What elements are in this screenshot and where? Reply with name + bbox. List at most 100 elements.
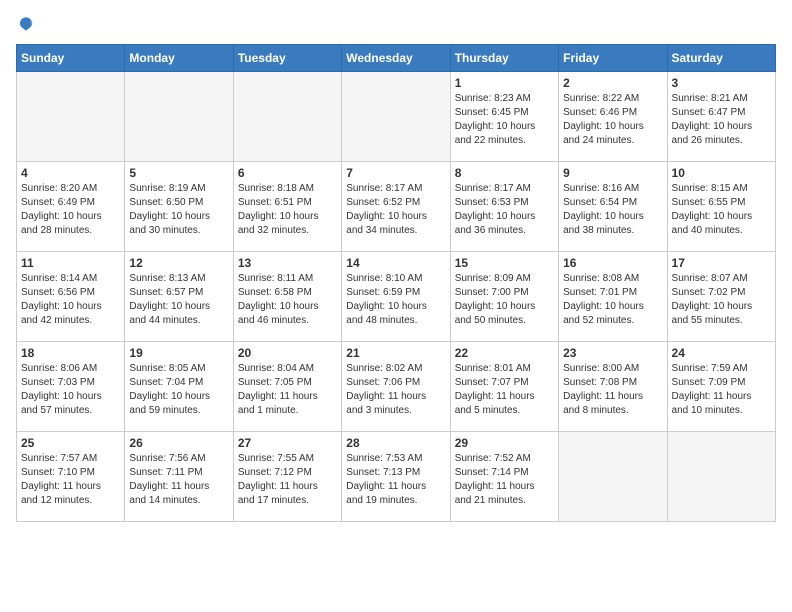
- day-number: 28: [346, 436, 445, 450]
- calendar-cell: 2 Sunrise: 8:22 AM Sunset: 6:46 PM Daylig…: [559, 72, 667, 162]
- weekday-header-tuesday: Tuesday: [233, 45, 341, 72]
- day-number: 2: [563, 76, 662, 90]
- day-number: 12: [129, 256, 228, 270]
- day-number: 9: [563, 166, 662, 180]
- day-number: 14: [346, 256, 445, 270]
- calendar-cell: [559, 432, 667, 522]
- day-number: 13: [238, 256, 337, 270]
- day-number: 19: [129, 346, 228, 360]
- calendar-week-row: 4 Sunrise: 8:20 AM Sunset: 6:49 PM Daylig…: [17, 162, 776, 252]
- day-info: Sunrise: 8:20 AM Sunset: 6:49 PM Dayligh…: [21, 182, 120, 238]
- calendar-cell: 18 Sunrise: 8:06 AM Sunset: 7:03 PM Dayli…: [17, 342, 125, 432]
- day-number: 6: [238, 166, 337, 180]
- day-info: Sunrise: 8:18 AM Sunset: 6:51 PM Dayligh…: [238, 182, 337, 238]
- calendar-cell: 15 Sunrise: 8:09 AM Sunset: 7:00 PM Dayli…: [450, 252, 558, 342]
- day-info: Sunrise: 8:01 AM Sunset: 7:07 PM Dayligh…: [455, 362, 554, 418]
- weekday-header-sunday: Sunday: [17, 45, 125, 72]
- day-info: Sunrise: 7:57 AM Sunset: 7:10 PM Dayligh…: [21, 452, 120, 508]
- day-number: 4: [21, 166, 120, 180]
- day-info: Sunrise: 8:14 AM Sunset: 6:56 PM Dayligh…: [21, 272, 120, 328]
- day-info: Sunrise: 7:55 AM Sunset: 7:12 PM Dayligh…: [238, 452, 337, 508]
- calendar-cell: 10Sunrise: 8:15 AM Sunset: 6:55 PM Dayli…: [667, 162, 775, 252]
- day-number: 3: [672, 76, 771, 90]
- day-number: 24: [672, 346, 771, 360]
- calendar-cell: 25 Sunrise: 7:57 AM Sunset: 7:10 PM Dayli…: [17, 432, 125, 522]
- day-info: Sunrise: 8:09 AM Sunset: 7:00 PM Dayligh…: [455, 272, 554, 328]
- calendar-cell: 22 Sunrise: 8:01 AM Sunset: 7:07 PM Dayli…: [450, 342, 558, 432]
- day-info: Sunrise: 7:53 AM Sunset: 7:13 PM Dayligh…: [346, 452, 445, 508]
- day-number: 18: [21, 346, 120, 360]
- calendar-cell: 28 Sunrise: 7:53 AM Sunset: 7:13 PM Dayli…: [342, 432, 450, 522]
- day-info: Sunrise: 7:56 AM Sunset: 7:11 PM Dayligh…: [129, 452, 228, 508]
- day-number: 29: [455, 436, 554, 450]
- calendar-cell: 17Sunrise: 8:07 AM Sunset: 7:02 PM Dayli…: [667, 252, 775, 342]
- day-info: Sunrise: 8:15 AM Sunset: 6:55 PM Dayligh…: [672, 182, 771, 238]
- day-info: Sunrise: 8:06 AM Sunset: 7:03 PM Dayligh…: [21, 362, 120, 418]
- calendar-cell: 4 Sunrise: 8:20 AM Sunset: 6:49 PM Daylig…: [17, 162, 125, 252]
- calendar-cell: 29 Sunrise: 7:52 AM Sunset: 7:14 PM Dayli…: [450, 432, 558, 522]
- day-number: 21: [346, 346, 445, 360]
- day-info: Sunrise: 8:10 AM Sunset: 6:59 PM Dayligh…: [346, 272, 445, 328]
- day-number: 11: [21, 256, 120, 270]
- weekday-header-row: SundayMondayTuesdayWednesdayThursdayFrid…: [17, 45, 776, 72]
- calendar-cell: 5Sunrise: 8:19 AM Sunset: 6:50 PM Daylig…: [125, 162, 233, 252]
- day-number: 27: [238, 436, 337, 450]
- day-number: 26: [129, 436, 228, 450]
- calendar-cell: 7Sunrise: 8:17 AM Sunset: 6:52 PM Daylig…: [342, 162, 450, 252]
- calendar-cell: 13 Sunrise: 8:11 AM Sunset: 6:58 PM Dayli…: [233, 252, 341, 342]
- calendar-week-row: 1 Sunrise: 8:23 AM Sunset: 6:45 PM Daylig…: [17, 72, 776, 162]
- day-info: Sunrise: 8:17 AM Sunset: 6:53 PM Dayligh…: [455, 182, 554, 238]
- calendar-cell: 20 Sunrise: 8:04 AM Sunset: 7:05 PM Dayli…: [233, 342, 341, 432]
- calendar-cell: 11 Sunrise: 8:14 AM Sunset: 6:56 PM Dayli…: [17, 252, 125, 342]
- calendar-cell: 14 Sunrise: 8:10 AM Sunset: 6:59 PM Dayli…: [342, 252, 450, 342]
- day-info: Sunrise: 8:02 AM Sunset: 7:06 PM Dayligh…: [346, 362, 445, 418]
- day-info: Sunrise: 7:59 AM Sunset: 7:09 PM Dayligh…: [672, 362, 771, 418]
- calendar-cell: 3Sunrise: 8:21 AM Sunset: 6:47 PM Daylig…: [667, 72, 775, 162]
- calendar-cell: [125, 72, 233, 162]
- day-number: 5: [129, 166, 228, 180]
- calendar-cell: 27 Sunrise: 7:55 AM Sunset: 7:12 PM Dayli…: [233, 432, 341, 522]
- day-number: 22: [455, 346, 554, 360]
- calendar-cell: 9 Sunrise: 8:16 AM Sunset: 6:54 PM Daylig…: [559, 162, 667, 252]
- day-info: Sunrise: 8:00 AM Sunset: 7:08 PM Dayligh…: [563, 362, 662, 418]
- day-number: 1: [455, 76, 554, 90]
- day-info: Sunrise: 8:08 AM Sunset: 7:01 PM Dayligh…: [563, 272, 662, 328]
- day-info: Sunrise: 7:52 AM Sunset: 7:14 PM Dayligh…: [455, 452, 554, 508]
- calendar-cell: 23Sunrise: 8:00 AM Sunset: 7:08 PM Dayli…: [559, 342, 667, 432]
- calendar-cell: 16 Sunrise: 8:08 AM Sunset: 7:01 PM Dayli…: [559, 252, 667, 342]
- logo-icon: [16, 16, 36, 36]
- calendar-cell: [667, 432, 775, 522]
- calendar-cell: [233, 72, 341, 162]
- calendar-cell: 1 Sunrise: 8:23 AM Sunset: 6:45 PM Daylig…: [450, 72, 558, 162]
- day-info: Sunrise: 8:22 AM Sunset: 6:46 PM Dayligh…: [563, 92, 662, 148]
- calendar-cell: 12 Sunrise: 8:13 AM Sunset: 6:57 PM Dayli…: [125, 252, 233, 342]
- day-number: 15: [455, 256, 554, 270]
- calendar-cell: 26 Sunrise: 7:56 AM Sunset: 7:11 PM Dayli…: [125, 432, 233, 522]
- calendar-cell: [17, 72, 125, 162]
- logo: [16, 16, 40, 36]
- day-info: Sunrise: 8:11 AM Sunset: 6:58 PM Dayligh…: [238, 272, 337, 328]
- day-info: Sunrise: 8:13 AM Sunset: 6:57 PM Dayligh…: [129, 272, 228, 328]
- calendar-week-row: 25 Sunrise: 7:57 AM Sunset: 7:10 PM Dayli…: [17, 432, 776, 522]
- day-number: 16: [563, 256, 662, 270]
- day-number: 25: [21, 436, 120, 450]
- day-info: Sunrise: 8:05 AM Sunset: 7:04 PM Dayligh…: [129, 362, 228, 418]
- calendar-cell: 6 Sunrise: 8:18 AM Sunset: 6:51 PM Daylig…: [233, 162, 341, 252]
- day-info: Sunrise: 8:16 AM Sunset: 6:54 PM Dayligh…: [563, 182, 662, 238]
- day-number: 20: [238, 346, 337, 360]
- calendar-cell: 21 Sunrise: 8:02 AM Sunset: 7:06 PM Dayli…: [342, 342, 450, 432]
- calendar-cell: 8 Sunrise: 8:17 AM Sunset: 6:53 PM Daylig…: [450, 162, 558, 252]
- day-number: 8: [455, 166, 554, 180]
- weekday-header-monday: Monday: [125, 45, 233, 72]
- day-info: Sunrise: 8:23 AM Sunset: 6:45 PM Dayligh…: [455, 92, 554, 148]
- calendar-cell: 24 Sunrise: 7:59 AM Sunset: 7:09 PM Dayli…: [667, 342, 775, 432]
- weekday-header-wednesday: Wednesday: [342, 45, 450, 72]
- weekday-header-saturday: Saturday: [667, 45, 775, 72]
- weekday-header-friday: Friday: [559, 45, 667, 72]
- day-info: Sunrise: 8:17 AM Sunset: 6:52 PM Dayligh…: [346, 182, 445, 238]
- calendar-table: SundayMondayTuesdayWednesdayThursdayFrid…: [16, 44, 776, 522]
- calendar-cell: [342, 72, 450, 162]
- header: [16, 16, 776, 36]
- calendar-cell: 19 Sunrise: 8:05 AM Sunset: 7:04 PM Dayli…: [125, 342, 233, 432]
- day-info: Sunrise: 8:04 AM Sunset: 7:05 PM Dayligh…: [238, 362, 337, 418]
